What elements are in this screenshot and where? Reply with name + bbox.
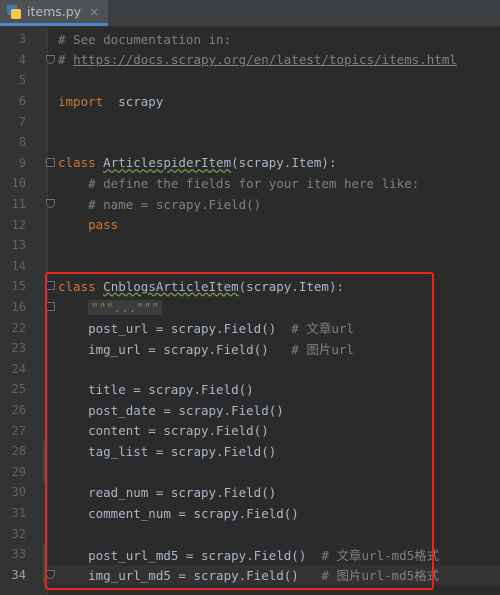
code-token: (scrapy.Item): — [231, 155, 337, 171]
python-file-icon — [7, 4, 21, 19]
code-text: # name = scrapy.Field() — [58, 197, 261, 212]
line-number: 6 — [18, 94, 26, 109]
line-number: 22 — [11, 320, 26, 335]
line-number: 4 — [18, 52, 26, 67]
editor-tab-bar: items.py × — [0, 0, 500, 27]
line-number: 16 — [11, 300, 26, 315]
fold-marker-icon[interactable] — [46, 54, 55, 64]
code-token: # define the fields for your item here l… — [58, 175, 420, 191]
line-number: 24 — [11, 361, 26, 376]
code-line-11[interactable]: 11 # name = scrapy.Field() — [0, 194, 500, 215]
code-token: https://docs.scrapy.org/en/latest/topics… — [73, 52, 457, 68]
line-number: 32 — [11, 526, 26, 541]
code-token: scrapy — [103, 93, 164, 109]
line-number: 13 — [11, 238, 26, 253]
line-number: 33 — [11, 547, 26, 562]
line-number: 30 — [11, 485, 26, 500]
line-number: 14 — [11, 258, 26, 273]
line-number: 27 — [11, 423, 26, 438]
code-line-8[interactable]: 8 — [0, 132, 500, 153]
code-line-6[interactable]: 6 import scrapy — [0, 91, 500, 112]
code-token: .Field() — [201, 196, 262, 212]
code-token: pass — [58, 217, 119, 233]
line-number: 8 — [18, 135, 26, 150]
code-text: class ArticlespiderItem(scrapy.Item): — [58, 155, 336, 170]
line-number: 10 — [11, 176, 26, 191]
line-number: 31 — [11, 506, 26, 521]
line-number: 34 — [11, 567, 26, 582]
code-text: # See documentation in: — [58, 32, 231, 47]
line-number: 25 — [11, 382, 26, 397]
code-token: # name = — [58, 196, 156, 212]
code-token: ArticlespiderItem — [103, 155, 232, 171]
line-number: 9 — [18, 155, 26, 170]
code-text: import scrapy — [58, 94, 163, 109]
line-number: 29 — [11, 464, 26, 479]
code-token: import — [58, 93, 104, 109]
tab-items-py[interactable]: items.py × — [0, 0, 108, 26]
line-number: 23 — [11, 341, 26, 356]
line-number: 26 — [11, 403, 26, 418]
code-token: # — [58, 52, 74, 68]
line-number: 7 — [18, 114, 26, 129]
code-token: # See documentation in: — [58, 31, 232, 47]
line-number: 28 — [11, 444, 26, 459]
highlight-annotation-box — [45, 272, 434, 590]
line-number: 12 — [11, 217, 26, 232]
code-line-4[interactable]: 4 # https://docs.scrapy.org/en/latest/top… — [0, 50, 500, 71]
line-number: 15 — [11, 279, 26, 294]
fold-marker-icon[interactable] — [46, 198, 55, 208]
code-line-3[interactable]: 3 # See documentation in: — [0, 29, 500, 50]
code-line-7[interactable]: 7 — [0, 111, 500, 132]
code-text: # define the fields for your item here l… — [58, 176, 419, 191]
code-line-13[interactable]: 13 — [0, 235, 500, 256]
tab-filename: items.py — [27, 4, 82, 19]
line-number: 3 — [18, 32, 26, 47]
code-line-5[interactable]: 5 — [0, 70, 500, 91]
code-line-9[interactable]: 9 class ArticlespiderItem(scrapy.Item): — [0, 153, 500, 174]
close-icon[interactable]: × — [89, 5, 99, 19]
code-token: scrapy — [155, 196, 201, 212]
line-number: 5 — [18, 73, 26, 88]
code-line-10[interactable]: 10 # define the fields for your item her… — [0, 173, 500, 194]
code-token: class — [58, 155, 96, 171]
code-text: # https://docs.scrapy.org/en/latest/topi… — [58, 52, 457, 67]
code-line-12[interactable]: 12 pass — [0, 214, 500, 235]
code-text: pass — [58, 217, 118, 232]
line-number: 11 — [11, 197, 26, 212]
fold-marker-icon[interactable] — [46, 157, 55, 167]
